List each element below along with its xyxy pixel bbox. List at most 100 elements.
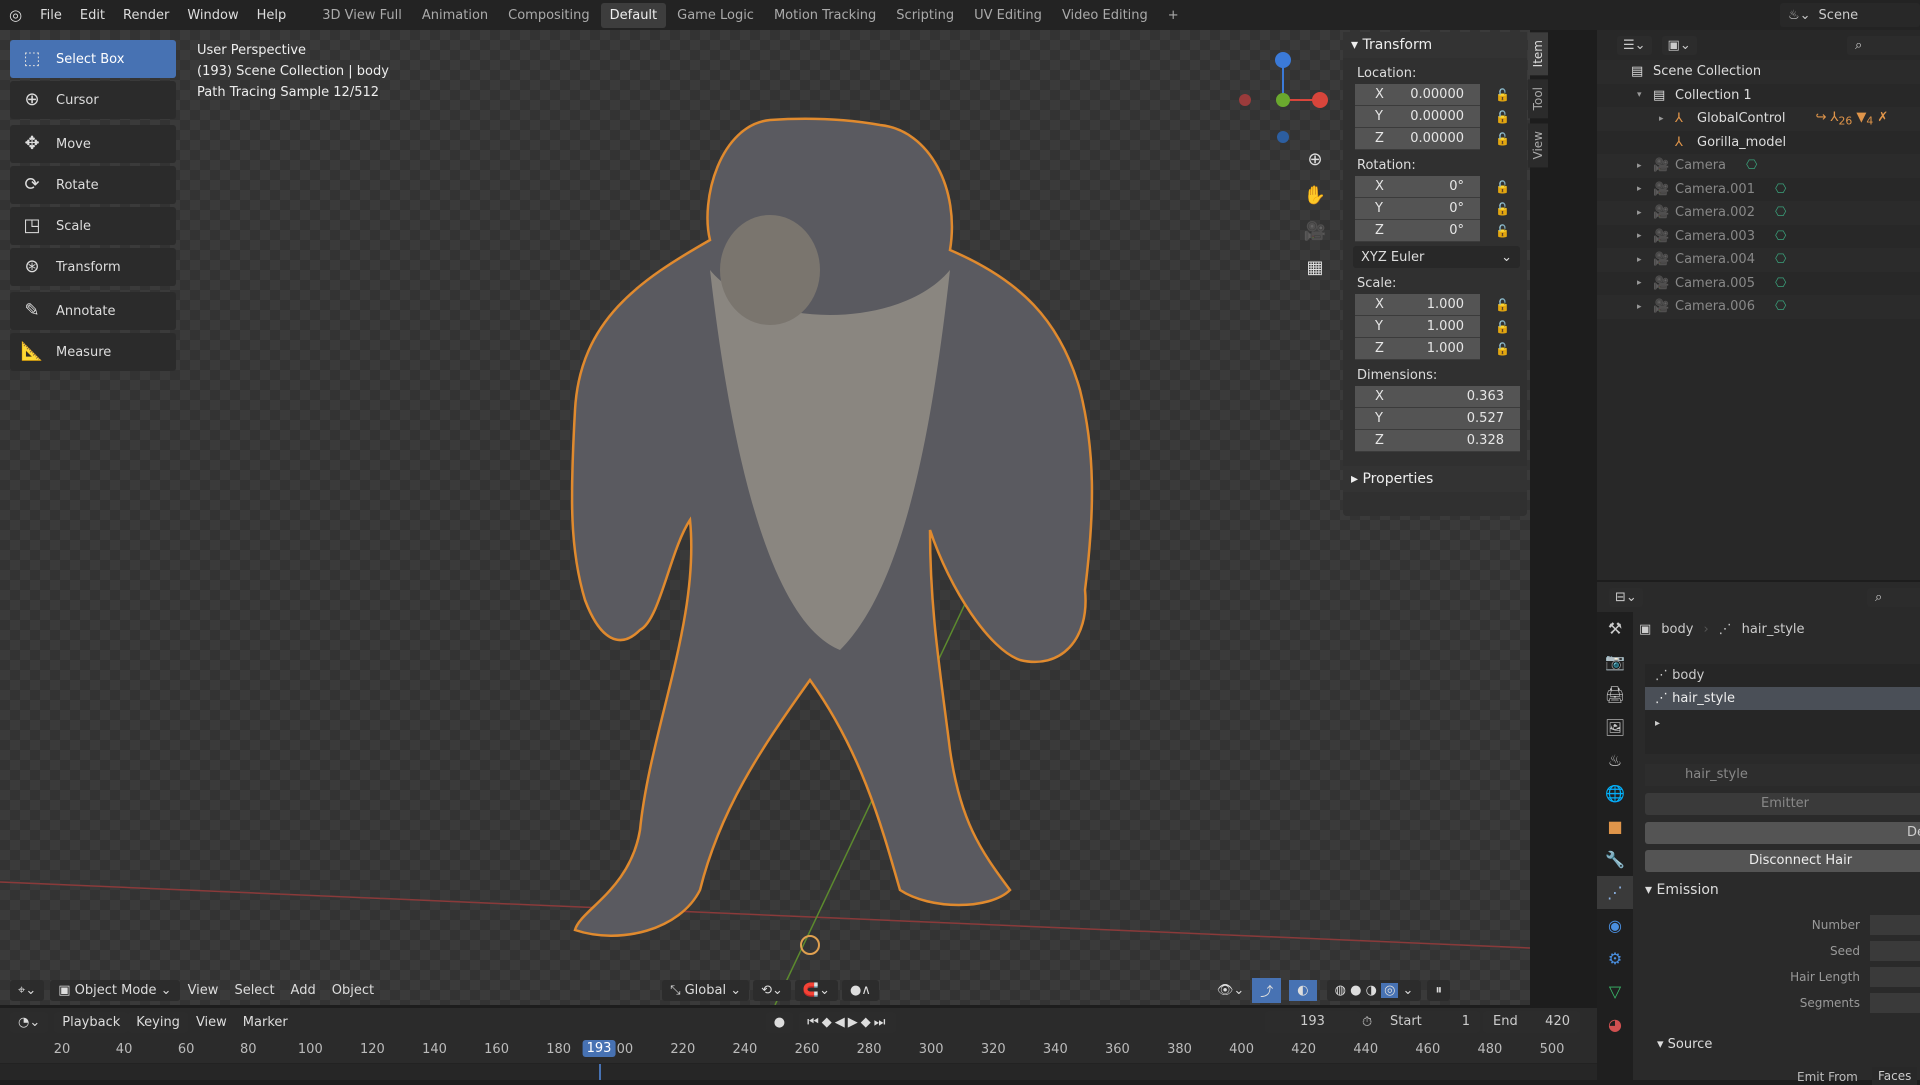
render-icon[interactable]: 📷 xyxy=(1597,645,1633,678)
menu-object[interactable]: Object xyxy=(324,980,382,1001)
type-emitter[interactable]: Emitter xyxy=(1645,793,1920,815)
expand-arrow-icon[interactable]: ▸ xyxy=(1637,161,1653,171)
outliner-item[interactable]: ▾ ▤ Collection 1 xyxy=(1597,84,1920,108)
expand-icon[interactable]: ▸ xyxy=(1645,710,1920,737)
output-icon[interactable]: 🖨 xyxy=(1597,678,1633,711)
scale-z-field[interactable]: Z 1.000 🔓 xyxy=(1355,338,1510,360)
timeline-editor-icon[interactable]: ◔⌄ xyxy=(10,1011,49,1033)
lock-icon[interactable]: 🔓 xyxy=(1495,88,1510,102)
field-input[interactable] xyxy=(1870,915,1920,935)
tool-measure[interactable]: 📐 Measure xyxy=(10,333,176,371)
outliner-item[interactable]: ▸ 🎥 Camera.006 ⎔ xyxy=(1597,295,1920,319)
timeline-area[interactable] xyxy=(0,1064,1597,1080)
camera-data-icon[interactable]: ⎔ xyxy=(1775,182,1786,197)
pivot-icon[interactable]: ⟲⌄ xyxy=(753,979,791,1001)
timeline-menu-keying[interactable]: Keying xyxy=(128,1011,188,1033)
outliner-item[interactable]: ▸ ⅄ GlobalControl ↪ ⅄26 ▼4 ✗ xyxy=(1597,107,1920,131)
tab-animation[interactable]: Animation xyxy=(413,3,497,28)
rotation-mode-dropdown[interactable]: XYZ Euler ⌄ xyxy=(1353,246,1520,268)
navigation-gizmo[interactable] xyxy=(1230,40,1340,150)
menu-select[interactable]: Select xyxy=(226,980,282,1001)
tool-icon[interactable]: ⚒ xyxy=(1597,612,1633,645)
tool-transform[interactable]: ⊛ Transform xyxy=(10,248,176,286)
tool-rotate[interactable]: ⟳ Rotate xyxy=(10,166,176,204)
lock-icon[interactable]: 🔓 xyxy=(1495,132,1510,146)
emit-from-dropdown[interactable]: Faces xyxy=(1872,1067,1918,1085)
lock-icon[interactable]: 🔓 xyxy=(1495,298,1510,312)
field-input[interactable] xyxy=(1870,967,1920,987)
expand-arrow-icon[interactable]: ▾ xyxy=(1637,90,1653,100)
location-y-field[interactable]: Y 0.00000 🔓 xyxy=(1355,106,1510,128)
record-icon[interactable]: ● xyxy=(765,1011,794,1033)
emission-panel-header[interactable]: ▾ Emission xyxy=(1645,882,1719,898)
modifier-icon[interactable]: 🔧 xyxy=(1597,843,1633,876)
field-input[interactable] xyxy=(1870,941,1920,961)
menu-render[interactable]: Render xyxy=(114,8,178,23)
lock-icon[interactable]: 🔓 xyxy=(1495,202,1510,216)
outliner-item[interactable]: ▸ 🎥 Camera.001 ⎔ xyxy=(1597,178,1920,202)
snap-icon[interactable]: 🧲⌄ xyxy=(794,979,839,1001)
scale-x-field[interactable]: X 1.000 🔓 xyxy=(1355,294,1510,316)
tab-view[interactable]: View xyxy=(1528,122,1548,168)
lock-icon[interactable]: 🔓 xyxy=(1495,342,1510,356)
disconnect-hair-button[interactable]: Disconnect Hair xyxy=(1645,850,1920,872)
editor-type-icon[interactable]: ⊟⌄ xyxy=(1609,587,1643,607)
tab-motion-tracking[interactable]: Motion Tracking xyxy=(765,3,885,28)
playhead[interactable]: 193 xyxy=(582,1040,616,1057)
scale-y-field[interactable]: Y 1.000 🔓 xyxy=(1355,316,1510,338)
camera-data-icon[interactable]: ⎔ xyxy=(1775,276,1786,291)
outliner-item[interactable]: ▸ 🎥 Camera.002 ⎔ xyxy=(1597,201,1920,225)
timeline-menu-marker[interactable]: Marker xyxy=(235,1012,296,1033)
lock-icon[interactable]: 🔓 xyxy=(1495,180,1510,194)
filter-icon[interactable]: ▣⌄ xyxy=(1661,35,1697,55)
expand-arrow-icon[interactable]: ▸ xyxy=(1659,114,1675,124)
search-icon[interactable]: ⌕ xyxy=(1867,587,1920,607)
dimensions-z-field[interactable]: Z 0.328 xyxy=(1355,430,1520,452)
particles-icon[interactable]: ⋰ xyxy=(1597,876,1633,909)
end-frame-field[interactable]: End 420 xyxy=(1483,1011,1580,1033)
tab-scripting[interactable]: Scripting xyxy=(887,3,963,28)
tool-select-box[interactable]: ⬚ Select Box xyxy=(10,40,176,78)
expand-arrow-icon[interactable]: ▸ xyxy=(1637,208,1653,218)
lock-icon[interactable]: 🔓 xyxy=(1495,224,1510,238)
tab-3d-view-full[interactable]: 3D View Full xyxy=(313,3,411,28)
timeline-menu-playback[interactable]: Playback xyxy=(54,1011,129,1033)
camera-data-icon[interactable]: ⎔ xyxy=(1775,229,1786,244)
blender-logo-icon[interactable]: ◎ xyxy=(0,6,31,24)
menu-file[interactable]: File xyxy=(31,8,71,23)
outliner-item[interactable]: ▸ 🎥 Camera.004 ⎔ xyxy=(1597,248,1920,272)
tab-video-editing[interactable]: Video Editing xyxy=(1053,3,1157,28)
timeline-menu-view[interactable]: View xyxy=(188,1012,235,1033)
display-mode-icon[interactable]: ☰⌄ xyxy=(1617,35,1652,55)
location-x-field[interactable]: X 0.00000 🔓 xyxy=(1355,84,1510,106)
world-icon[interactable]: 🌐 xyxy=(1597,777,1633,810)
tool-scale[interactable]: ◳ Scale xyxy=(10,207,176,245)
zoom-icon[interactable]: ⊕ xyxy=(1302,142,1328,178)
camera-data-icon[interactable]: ⎔ xyxy=(1775,205,1786,220)
playback-controls[interactable]: ⏮◆◀▶◆⏭ xyxy=(799,1011,897,1033)
particle-settings-name[interactable]: hair_style xyxy=(1645,764,1920,786)
expand-arrow-icon[interactable]: ▸ xyxy=(1637,278,1653,288)
tool-cursor[interactable]: ⊕ Cursor xyxy=(10,81,176,119)
stopwatch-icon[interactable]: ⏱ xyxy=(1362,1015,1372,1030)
menu-help[interactable]: Help xyxy=(248,8,296,23)
menu-edit[interactable]: Edit xyxy=(71,8,114,23)
lock-icon[interactable]: 🔓 xyxy=(1495,110,1510,124)
mode-dropdown[interactable]: ▣ Object Mode ⌄ xyxy=(50,979,180,1001)
outliner-item[interactable]: ⅄ Gorilla_model xyxy=(1597,131,1920,155)
search-icon[interactable]: ⌕ xyxy=(1847,35,1920,55)
camera-view-icon[interactable]: 🎥 xyxy=(1302,214,1328,250)
visibility-icon[interactable]: 👁⌄ xyxy=(1209,980,1252,1001)
3d-viewport[interactable]: User Perspective (193) Scene Collection … xyxy=(0,30,1530,1005)
data-icon[interactable]: ▽ xyxy=(1597,975,1633,1008)
expand-arrow-icon[interactable]: ▸ xyxy=(1637,231,1653,241)
view-layer-icon[interactable]: 🖼 xyxy=(1597,711,1633,744)
properties-panel-header[interactable]: ▸ Properties xyxy=(1343,466,1527,492)
camera-data-icon[interactable]: ⎔ xyxy=(1775,299,1786,314)
lock-icon[interactable]: 🔓 xyxy=(1495,320,1510,334)
source-subpanel-header[interactable]: ▾ Source xyxy=(1657,1037,1712,1052)
partial-button[interactable]: De xyxy=(1645,822,1920,844)
list-item[interactable]: ⋰ body xyxy=(1645,664,1920,687)
shading-modes[interactable]: ◍ ● ◑ ◎ ⌄ xyxy=(1326,979,1422,1001)
ortho-grid-icon[interactable]: ▦ xyxy=(1302,250,1328,286)
